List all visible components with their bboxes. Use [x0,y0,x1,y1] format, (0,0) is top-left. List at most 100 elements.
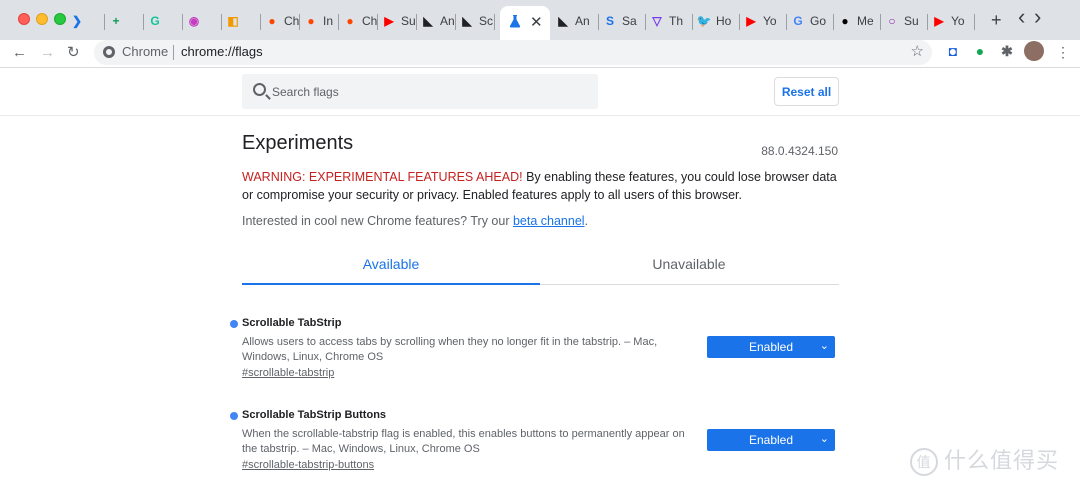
browser-tab[interactable]: ● In [304,9,333,33]
tab-favicon-icon: ▶ [934,14,944,28]
tab-separator [974,14,975,30]
address-bar[interactable]: Chrome chrome://flags ☆ [94,40,932,65]
chevron-down-icon: ⌄ [819,433,829,445]
beta-promo-text: Interested in cool new Chrome features? … [242,214,588,228]
browser-tab[interactable]: G Go [791,9,826,33]
browser-tab[interactable]: ◧ [226,9,240,33]
flag-state-select[interactable]: Enabled ⌄ [707,336,835,358]
flag-state-select[interactable]: Enabled ⌄ [707,429,835,451]
search-box[interactable] [242,74,598,109]
tab-separator [927,14,928,30]
scroll-tabs-left-button[interactable]: ‹ [1018,6,1025,28]
maximize-window-button[interactable] [54,13,66,25]
forward-button[interactable]: → [40,43,55,63]
tab-title: Me [857,14,874,28]
flag-permalink[interactable]: #scrollable-tabstrip-buttons [242,459,374,471]
tab-separator [104,14,105,30]
address-chip-label: Chrome [122,44,169,59]
tab-favicon-icon: ● [346,14,354,28]
flag-state-value: Enabled [748,340,794,354]
tab-favicon-icon: ◧ [227,14,239,28]
browser-tab[interactable]: S Sa [603,9,637,33]
browser-tab[interactable]: ◣ An [421,9,454,33]
chrome-icon [103,46,115,58]
flag-name: Scrollable TabStrip [242,317,342,329]
flags-header: Reset all [0,68,1080,116]
tab-favicon-icon: ◣ [462,14,472,28]
browser-tab[interactable]: + [109,9,123,33]
bookmark-star-icon[interactable]: ☆ [911,42,924,60]
menu-kebab-icon[interactable]: ⋮ [1056,42,1070,62]
browser-tab[interactable]: 🐦 Ho [697,9,731,33]
tab-favicon-icon: ◣ [558,14,568,28]
browser-tab[interactable]: ◉ [187,9,201,33]
browser-tab[interactable]: ▶ Su [382,9,416,33]
tab-separator [416,14,417,30]
tab-separator [143,14,144,30]
search-icon [253,83,266,96]
minimize-window-button[interactable] [36,13,48,25]
flask-icon [508,14,522,28]
flag-description: Allows users to access tabs by scrolling… [242,336,658,363]
address-url[interactable]: chrome://flags [181,44,263,59]
tab-title: Yo [763,14,777,28]
watermark-text: 什么值得买 [944,448,1060,473]
reset-all-button[interactable]: Reset all [774,77,839,106]
beta-channel-link[interactable]: beta channel [513,214,585,228]
flag-name: Scrollable TabStrip Buttons [242,409,387,421]
browser-tab[interactable]: ● Ch [343,9,377,33]
profile-avatar[interactable] [1024,41,1044,61]
tab-available[interactable]: Available [242,256,540,272]
tab-favicon-icon: ▶ [746,14,756,28]
warning-text: WARNING: EXPERIMENTAL FEATURES AHEAD! By… [242,168,842,204]
browser-tab[interactable]: ○ Su [885,9,918,33]
browser-toolbar: ← → ↻ Chrome chrome://flags ☆ ◘ ● ✱ ⋮ [0,40,1080,68]
tab-separator [692,14,693,30]
browser-tab[interactable]: G [148,9,162,33]
modified-indicator-dot [230,412,238,420]
browser-tab[interactable]: ▽ Th [650,9,683,33]
tab-separator [833,14,834,30]
tab-favicon-icon: ▽ [652,14,662,28]
watermark-badge: 值 [910,448,938,477]
tab-unavailable[interactable]: Unavailable [540,256,838,272]
flag-permalink[interactable]: #scrollable-tabstrip [242,367,334,379]
new-tab-button[interactable]: + [991,10,1002,30]
tab-favicon-icon: ◉ [188,14,200,28]
beta-promo-prefix: Interested in cool new Chrome features? … [242,214,513,228]
browser-tab[interactable]: ❯ [70,9,84,33]
puzzle-icon[interactable]: ✱ [999,43,1015,59]
tab-separator [221,14,222,30]
tab-active-flags[interactable]: ✕ [500,6,550,40]
tab-favicon-icon: ▶ [384,14,394,28]
tab-title: Su [401,14,416,28]
tab-separator [260,14,261,30]
tab-favicon-icon: G [793,14,803,28]
tab-title: Th [669,14,684,28]
tab-title: Sc [479,14,494,28]
bitwarden-icon[interactable]: ◘ [945,43,961,59]
close-tab-icon[interactable]: ✕ [530,13,543,31]
browser-tab[interactable]: ● Me [838,9,874,33]
grammarly-extension-icon[interactable]: ● [972,43,988,59]
close-window-button[interactable] [18,13,30,25]
tab-title: Yo [951,14,965,28]
browser-tab[interactable]: ▶ Yo [744,9,777,33]
site-watermark: 值什么值得买 [910,443,1060,477]
browser-tab[interactable]: ◣ Sc [460,9,493,33]
tab-title: Ho [716,14,732,28]
scroll-tabs-right-button[interactable]: › [1034,6,1041,28]
search-input[interactable] [272,82,572,102]
tab-separator [598,14,599,30]
browser-tab[interactable]: ◣ An [556,9,589,33]
browser-tab[interactable]: ● Ch [265,9,299,33]
tab-favicon-icon: G [150,14,160,28]
address-divider [173,45,174,60]
back-button[interactable]: ← [12,43,27,63]
tab-favicon-icon: + [112,14,120,28]
browser-tab[interactable]: ▶ Yo [932,9,965,33]
version-label: 88.0.4324.150 [761,144,838,158]
reload-button[interactable]: ↻ [67,43,80,63]
tab-favicon-icon: ❯ [71,14,83,28]
tab-favicon-icon: ○ [888,14,896,28]
